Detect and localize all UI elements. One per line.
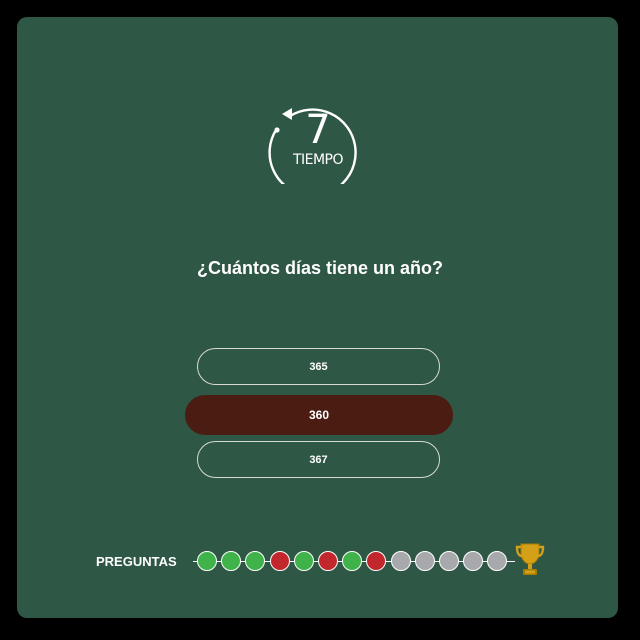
answer-option-3[interactable]: 367	[197, 441, 440, 478]
progress-label: PREGUNTAS	[96, 554, 177, 569]
answer-option-label: 365	[309, 360, 328, 373]
progress-dot-pending	[390, 551, 411, 571]
timer-label: TIEMPO	[292, 152, 344, 168]
progress-dot-correct	[197, 551, 217, 571]
answer-option-1[interactable]: 365	[197, 348, 440, 385]
timer-value: 7	[305, 107, 331, 153]
question-text: ¿Cuántos días tiene un año?	[196, 258, 443, 278]
timer: 7 TIEMPO	[268, 92, 368, 184]
trophy-icon	[515, 543, 545, 575]
progress-dot-pending	[414, 551, 435, 571]
progress-dot-wrong	[269, 551, 290, 571]
progress-dot-pending	[439, 551, 459, 571]
answer-option-2[interactable]: 360	[185, 395, 453, 435]
progress-dot-wrong	[318, 551, 338, 571]
answer-option-label: 367	[309, 453, 328, 466]
progress-dot-correct	[293, 551, 314, 571]
answer-option-label: 360	[308, 408, 330, 422]
